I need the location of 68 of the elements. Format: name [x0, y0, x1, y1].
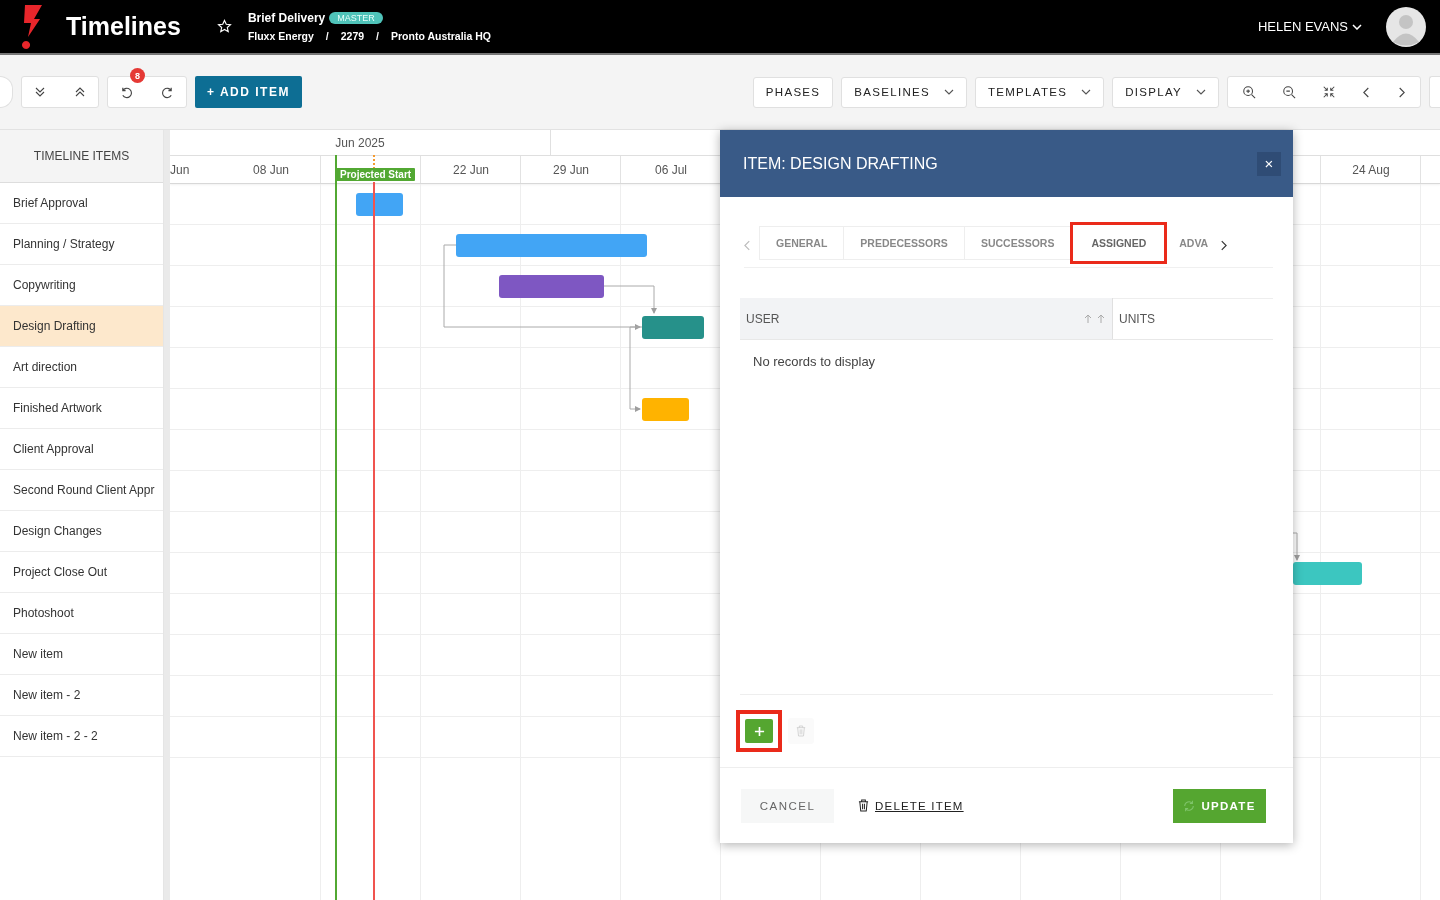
- collapse-all-icon[interactable]: [74, 86, 86, 98]
- timeline-item[interactable]: Design Drafting: [0, 306, 163, 347]
- dialog-tab[interactable]: GENERAL: [759, 226, 844, 260]
- chevron-down-icon[interactable]: [1196, 89, 1206, 95]
- trash-icon[interactable]: [858, 799, 869, 812]
- column-label: USER: [746, 311, 780, 326]
- timeline-item[interactable]: Finished Artwork: [0, 388, 163, 429]
- delete-item-link[interactable]: DELETE ITEM: [852, 798, 970, 813]
- next-icon[interactable]: [1397, 86, 1406, 98]
- date-header: Jun: [170, 161, 191, 179]
- timeline-item[interactable]: New item - 2 - 2: [0, 716, 163, 757]
- empty-message: No records to display: [752, 353, 877, 371]
- star-icon[interactable]: [216, 19, 232, 34]
- timeline-item[interactable]: New item - 2: [0, 675, 163, 716]
- date-header: 24 Aug: [1351, 161, 1391, 179]
- timeline-item[interactable]: Second Round Client Appr: [0, 470, 163, 511]
- timeline-item[interactable]: Brief Approval: [0, 183, 163, 224]
- master-badge: MASTER: [329, 12, 383, 24]
- timeline-item[interactable]: New item: [0, 634, 163, 675]
- dialog-tab[interactable]: SUCCESSORS: [963, 226, 1071, 260]
- breadcrumb-item[interactable]: 2279: [340, 30, 365, 42]
- timeline-item[interactable]: Design Changes: [0, 511, 163, 552]
- chevron-down-icon[interactable]: [1081, 89, 1092, 95]
- date-header: 06 Jul: [654, 161, 688, 179]
- timeline-item[interactable]: Photoshoot: [0, 593, 163, 634]
- avatar-icon[interactable]: [1386, 6, 1426, 47]
- add-item-button[interactable]: + ADD ITEM: [195, 76, 302, 108]
- redo-icon[interactable]: [161, 85, 174, 99]
- toolbar-dropdown-button[interactable]: TEMPLATES: [974, 76, 1105, 108]
- dialog-title: ITEM: DESIGN DRAFTING: [743, 154, 939, 173]
- add-button[interactable]: [745, 719, 773, 743]
- timeline-item[interactable]: Art direction: [0, 347, 163, 388]
- projected-start-label: Projected Start: [336, 168, 416, 181]
- cancel-button[interactable]: CANCEL: [741, 788, 834, 823]
- breadcrumb-separator: /: [325, 30, 329, 42]
- dialog-tab[interactable]: ASSIGNED: [1070, 222, 1168, 264]
- timeline-item[interactable]: Project Close Out: [0, 552, 163, 593]
- zoom-in-icon[interactable]: [1242, 85, 1256, 99]
- breadcrumb-separator: /: [376, 30, 380, 42]
- zoom-out-icon[interactable]: [1282, 85, 1296, 99]
- table-header[interactable]: UNITS: [1113, 298, 1273, 339]
- scroll-right-icon[interactable]: [1220, 239, 1228, 251]
- plus-icon[interactable]: [753, 725, 765, 737]
- breadcrumb-item[interactable]: Pronto Australia HQ: [391, 30, 491, 42]
- date-header: 22 Jun: [452, 161, 490, 179]
- expand-all-icon[interactable]: [34, 86, 46, 98]
- undo-icon[interactable]: [120, 85, 133, 99]
- toolbar-dropdown-button[interactable]: PHASES: [752, 76, 834, 108]
- close-button[interactable]: ×: [1257, 151, 1281, 176]
- project-name: Brief Delivery: [247, 11, 326, 25]
- column-header: TIMELINE ITEMS: [0, 130, 163, 183]
- dialog-tab[interactable]: PREDECESSORS: [843, 226, 964, 260]
- month-header: Jun 2025: [170, 130, 551, 155]
- user-menu[interactable]: HELEN EVANS: [1251, 18, 1368, 35]
- toolbar-dropdown-button[interactable]: DISPLAY: [1112, 76, 1219, 108]
- timeline-item[interactable]: Client Approval: [0, 429, 163, 470]
- app-title: Timelines: [66, 12, 181, 41]
- undo-count-badge: 8: [130, 68, 145, 83]
- chevron-down-icon[interactable]: [943, 89, 954, 95]
- timeline-item[interactable]: Planning / Strategy: [0, 224, 163, 265]
- breadcrumb-item[interactable]: Fluxx Energy: [247, 30, 314, 42]
- fit-icon[interactable]: [1322, 85, 1336, 99]
- date-header: 08 Jun: [252, 161, 290, 179]
- table-header[interactable]: USER: [740, 298, 1113, 339]
- lightning-logo-icon: [20, 4, 44, 49]
- toolbar-dropdown-button[interactable]: BASELINES: [841, 76, 967, 108]
- date-header: 29 Jun: [552, 161, 590, 179]
- previous-icon[interactable]: [1362, 86, 1371, 98]
